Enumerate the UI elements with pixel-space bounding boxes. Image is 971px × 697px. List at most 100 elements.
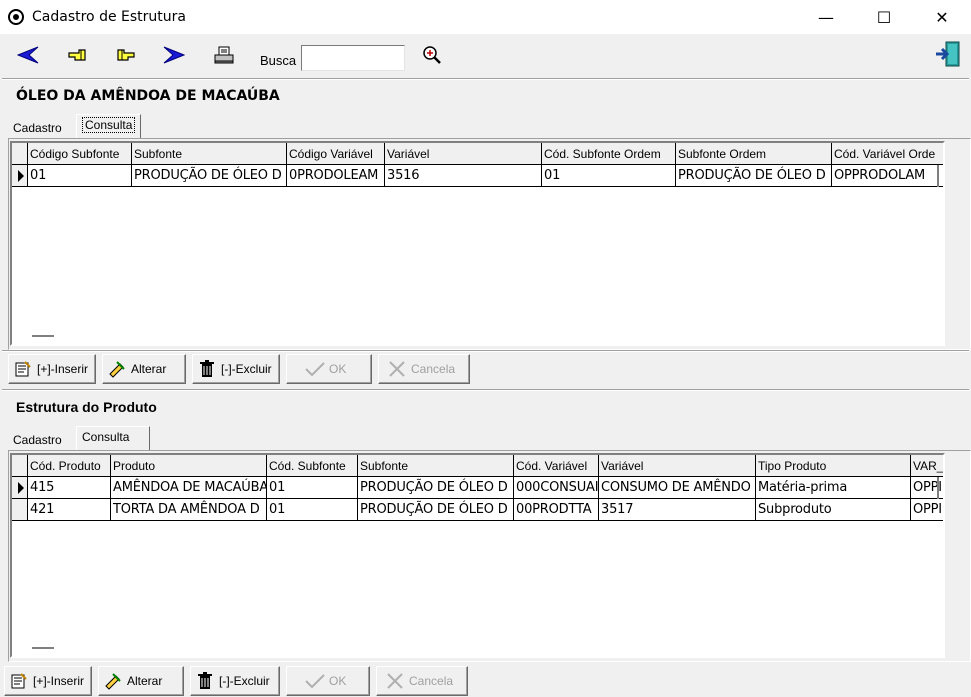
table-cell[interactable]: Matéria-prima: [756, 477, 911, 499]
minimize-button[interactable]: —: [797, 0, 855, 34]
edit-button[interactable]: Alterar: [102, 354, 186, 384]
column-header[interactable]: Cód. Subfonte: [267, 455, 358, 477]
column-header[interactable]: Subfonte: [132, 143, 287, 165]
tab-consulta[interactable]: Consulta: [76, 426, 150, 450]
table-cell[interactable]: 000CONSUAI: [514, 477, 599, 499]
table-cell[interactable]: PRODUÇÃO DE ÓLEO D: [358, 499, 514, 521]
column-header[interactable]: Cód. Subfonte Ordem: [542, 143, 676, 165]
section1-button-bar: [+]-Inserir Alterar [-]-Excluir OK Cance…: [0, 354, 971, 388]
separator: [2, 350, 969, 352]
row-indicator: [12, 165, 28, 187]
insert-icon: [13, 359, 33, 379]
column-header[interactable]: Cód. Variável: [514, 455, 599, 477]
column-header[interactable]: Subfonte: [358, 455, 514, 477]
printer-icon[interactable]: [212, 44, 236, 66]
insert-label: [+]-Inserir: [33, 674, 85, 688]
arrow-left-icon[interactable]: [16, 44, 40, 66]
table-row[interactable]: 01 PRODUÇÃO DE ÓLEO D 0PRODOLEAM 3516 01…: [12, 165, 943, 187]
table-cell[interactable]: 01: [28, 165, 132, 187]
section1-grid[interactable]: Código Subfonte Subfonte Código Variável…: [10, 141, 945, 346]
table-cell[interactable]: OPPI: [911, 477, 943, 499]
trash-icon: [197, 359, 217, 379]
section2-title: Estrutura do Produto: [16, 399, 157, 415]
insert-button[interactable]: [+]-Inserir: [8, 354, 96, 384]
section2-button-bar: [+]-Inserir Alterar [-]-Excluir OK Cance…: [0, 666, 971, 697]
table-cell[interactable]: CONSUMO DE AMÊNDO: [599, 477, 756, 499]
table-cell[interactable]: 01: [267, 499, 358, 521]
table-cell[interactable]: PRODUÇÃO DE ÓLEO D: [358, 477, 514, 499]
tab-cadastro[interactable]: Cadastro: [8, 118, 67, 138]
search-input[interactable]: [301, 45, 405, 71]
toolbar: Busca: [0, 34, 971, 78]
check-icon: [305, 359, 325, 379]
table-row[interactable]: 415 AMÊNDOA DE MACAÚBA 01 PRODUÇÃO DE ÓL…: [12, 477, 943, 499]
magnifier-icon[interactable]: [420, 44, 444, 66]
tab-consulta[interactable]: Consulta: [76, 114, 142, 138]
column-header[interactable]: Cód. Produto: [28, 455, 111, 477]
search-label: Busca: [260, 53, 297, 68]
section1-tabs: Cadastro Consulta: [8, 114, 208, 138]
section2-grid[interactable]: Cód. Produto Produto Cód. Subfonte Subfo…: [10, 453, 945, 658]
table-cell[interactable]: OPPI: [911, 499, 943, 521]
horizontal-scrollbar[interactable]: [32, 647, 54, 649]
table-cell[interactable]: 01: [267, 477, 358, 499]
table-cell[interactable]: 0PRODOLEAM: [287, 165, 385, 187]
row-indicator: [12, 477, 28, 499]
table-cell[interactable]: 421: [28, 499, 111, 521]
delete-button[interactable]: [-]-Excluir: [192, 354, 280, 384]
edit-label: Alterar: [127, 674, 163, 688]
hand-left-icon[interactable]: [66, 44, 90, 66]
insert-button[interactable]: [+]-Inserir: [4, 666, 92, 696]
tab-cadastro[interactable]: Cadastro: [8, 430, 67, 450]
row-indicator: [12, 499, 28, 521]
table-cell[interactable]: Subproduto: [756, 499, 911, 521]
table-cell[interactable]: 3517: [599, 499, 756, 521]
cancel-button[interactable]: Cancela: [376, 666, 468, 696]
table-row[interactable]: 421 TORTA DA AMÊNDOA D 01 PRODUÇÃO DE ÓL…: [12, 499, 943, 521]
hand-right-icon[interactable]: [113, 44, 137, 66]
table-cell[interactable]: 00PRODTTA: [514, 499, 599, 521]
x-icon: [385, 671, 405, 691]
grid-header: Cód. Produto Produto Cód. Subfonte Subfo…: [12, 455, 943, 477]
table-cell[interactable]: OPPRODOLAM: [832, 165, 943, 187]
arrow-right-icon[interactable]: [162, 44, 186, 66]
ok-button[interactable]: OK: [286, 354, 372, 384]
vertical-scrollbar[interactable]: [937, 477, 939, 499]
current-row-icon: [17, 169, 24, 182]
table-cell[interactable]: 3516: [385, 165, 542, 187]
close-button[interactable]: ✕: [913, 0, 971, 34]
column-header[interactable]: Tipo Produto: [756, 455, 911, 477]
row-indicator-header: [12, 455, 28, 477]
ok-button[interactable]: OK: [286, 666, 370, 696]
table-cell[interactable]: 01: [542, 165, 676, 187]
maximize-button[interactable]: ☐: [855, 0, 913, 34]
table-cell[interactable]: PRODUÇÃO DE ÓLEO D: [132, 165, 287, 187]
cancel-label: Cancela: [411, 362, 456, 376]
edit-icon: [107, 359, 127, 379]
vertical-scrollbar[interactable]: [937, 165, 939, 187]
delete-label: [-]-Excluir: [219, 674, 270, 688]
column-header[interactable]: Subfonte Ordem: [676, 143, 832, 165]
column-header[interactable]: Produto: [111, 455, 267, 477]
cancel-button[interactable]: Cancela: [378, 354, 470, 384]
table-cell[interactable]: PRODUÇÃO DE ÓLEO D: [676, 165, 832, 187]
horizontal-scrollbar[interactable]: [32, 335, 54, 337]
column-header[interactable]: Código Variável: [287, 143, 385, 165]
edit-button[interactable]: Alterar: [98, 666, 184, 696]
column-header[interactable]: Código Subfonte: [28, 143, 132, 165]
delete-button[interactable]: [-]-Excluir: [190, 666, 280, 696]
x-icon: [387, 359, 407, 379]
table-cell[interactable]: 415: [28, 477, 111, 499]
column-header[interactable]: Variável: [599, 455, 756, 477]
column-header[interactable]: Variável: [385, 143, 542, 165]
table-cell[interactable]: AMÊNDOA DE MACAÚBA: [111, 477, 267, 499]
column-header[interactable]: Cód. Variável Orde: [832, 143, 943, 165]
column-header[interactable]: VAR_: [911, 455, 943, 477]
exit-door-icon[interactable]: [934, 40, 962, 68]
section1-title: ÓLEO DA AMÊNDOA DE MACAÚBA: [16, 88, 280, 104]
table-cell[interactable]: TORTA DA AMÊNDOA D: [111, 499, 267, 521]
row-indicator-header: [12, 143, 28, 165]
window-controls: — ☐ ✕: [797, 0, 971, 34]
current-row-icon: [17, 481, 24, 494]
insert-label: [+]-Inserir: [37, 362, 89, 376]
